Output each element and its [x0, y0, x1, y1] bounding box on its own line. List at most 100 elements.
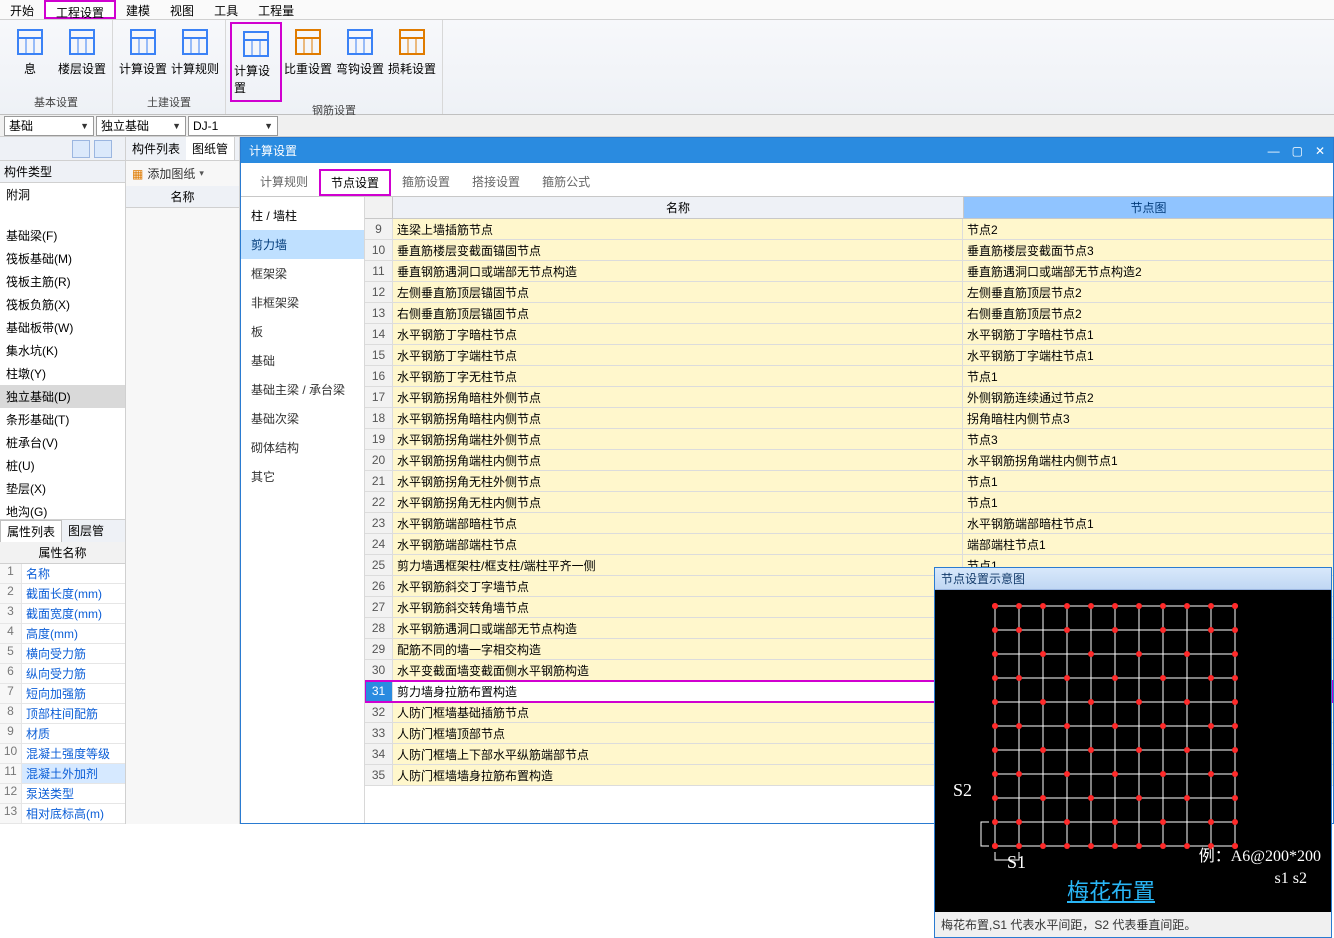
grid-row[interactable]: 18水平钢筋拐角暗柱内侧节点拐角暗柱内侧节点3	[365, 408, 1333, 429]
ribbon-calc2-button[interactable]: 计算设置	[230, 22, 282, 102]
close-icon[interactable]: ✕	[1315, 144, 1325, 158]
row-node[interactable]: 右侧垂直筋顶层节点2	[963, 303, 1333, 323]
grid-row[interactable]: 17水平钢筋拐角暗柱外侧节点外侧钢筋连续通过节点2	[365, 387, 1333, 408]
component-type-item[interactable]: 集水坑(K)	[0, 339, 125, 362]
menu-tab-0[interactable]: 开始	[0, 0, 44, 19]
row-node[interactable]: 节点3	[963, 429, 1333, 449]
ribbon-floors-button[interactable]: 楼层设置	[56, 22, 108, 94]
prop-row[interactable]: 10混凝土强度等级	[0, 744, 125, 764]
row-node[interactable]: 节点1	[963, 471, 1333, 491]
grid-row[interactable]: 11垂直钢筋遇洞口或端部无节点构造垂直筋遇洞口或端部无节点构造2	[365, 261, 1333, 282]
selector-component[interactable]: DJ-1▼	[188, 116, 278, 136]
type-item[interactable]: 其它	[241, 462, 364, 491]
grid-view-icon[interactable]	[94, 140, 112, 158]
row-node[interactable]: 水平钢筋拐角端柱内侧节点1	[963, 450, 1333, 470]
dialog-tab[interactable]: 计算规则	[249, 169, 319, 196]
ribbon-hook-button[interactable]: 弯钩设置	[334, 22, 386, 102]
row-node[interactable]: 节点1	[963, 492, 1333, 512]
prop-row[interactable]: 3截面宽度(mm)	[0, 604, 125, 624]
prop-row[interactable]: 9材质	[0, 724, 125, 744]
grid-row[interactable]: 13右侧垂直筋顶层锚固节点右侧垂直筋顶层节点2	[365, 303, 1333, 324]
dialog-tab[interactable]: 箍筋设置	[391, 169, 461, 196]
prop-row[interactable]: 11混凝土外加剂	[0, 764, 125, 784]
menu-tab-3[interactable]: 视图	[160, 0, 204, 19]
prop-row[interactable]: 12泵送类型	[0, 784, 125, 804]
grid-row[interactable]: 22水平钢筋拐角无柱内侧节点节点1	[365, 492, 1333, 513]
grid-row[interactable]: 12左侧垂直筋顶层锚固节点左侧垂直筋顶层节点2	[365, 282, 1333, 303]
prop-row[interactable]: 6纵向受力筋	[0, 664, 125, 684]
grid-row[interactable]: 16水平钢筋丁字无柱节点节点1	[365, 366, 1333, 387]
prop-row[interactable]: 2截面长度(mm)	[0, 584, 125, 604]
component-type-item[interactable]: 基础板带(W)	[0, 316, 125, 339]
row-node[interactable]: 水平钢筋丁字暗柱节点1	[963, 324, 1333, 344]
dialog-tab[interactable]: 搭接设置	[461, 169, 531, 196]
prop-row[interactable]: 4高度(mm)	[0, 624, 125, 644]
dialog-tab[interactable]: 箍筋公式	[531, 169, 601, 196]
prop-tab[interactable]: 属性列表	[0, 520, 62, 542]
row-node[interactable]: 外侧钢筋连续通过节点2	[963, 387, 1333, 407]
menu-tab-4[interactable]: 工具	[204, 0, 248, 19]
type-item[interactable]: 剪力墙	[241, 230, 364, 259]
menu-tab-1[interactable]: 工程设置	[44, 0, 116, 19]
row-node[interactable]: 水平钢筋丁字端柱节点1	[963, 345, 1333, 365]
selector-category[interactable]: 独立基础▼	[96, 116, 186, 136]
row-node[interactable]: 水平钢筋端部暗柱节点1	[963, 513, 1333, 533]
layout-name-link[interactable]: 梅花布置	[1067, 874, 1155, 906]
component-type-item[interactable]: 桩承台(V)	[0, 431, 125, 454]
row-node[interactable]: 垂直筋楼层变截面节点3	[963, 240, 1333, 260]
grid-row[interactable]: 15水平钢筋丁字端柱节点水平钢筋丁字端柱节点1	[365, 345, 1333, 366]
prop-row[interactable]: 7短向加强筋	[0, 684, 125, 704]
component-type-item[interactable]: 柱墩(Y)	[0, 362, 125, 385]
component-type-item[interactable]: 桩(U)	[0, 454, 125, 477]
component-type-item[interactable]: 筏板负筋(X)	[0, 293, 125, 316]
selector-level[interactable]: 基础▼	[4, 116, 94, 136]
grid-row[interactable]: 21水平钢筋拐角无柱外侧节点节点1	[365, 471, 1333, 492]
ribbon-info-button[interactable]: 息	[4, 22, 56, 94]
list-view-icon[interactable]	[72, 140, 90, 158]
grid-row[interactable]: 14水平钢筋丁字暗柱节点水平钢筋丁字暗柱节点1	[365, 324, 1333, 345]
row-node[interactable]: 垂直筋遇洞口或端部无节点构造2	[963, 261, 1333, 281]
component-type-item[interactable]: 基础梁(F)	[0, 224, 125, 247]
mid-tab[interactable]: 构件列表	[126, 137, 186, 160]
minimize-icon[interactable]: —	[1268, 144, 1280, 158]
type-item[interactable]: 基础主梁 / 承台梁	[241, 375, 364, 404]
component-type-item[interactable]: 垫层(X)	[0, 477, 125, 500]
type-item[interactable]: 基础次梁	[241, 404, 364, 433]
menu-tab-2[interactable]: 建模	[116, 0, 160, 19]
component-type-item[interactable]: 地沟(G)	[0, 500, 125, 519]
mid-tab[interactable]: 图纸管	[186, 137, 235, 160]
add-drawing-row[interactable]: ▦ 添加图纸 ▾	[126, 161, 239, 186]
row-node[interactable]: 节点2	[963, 219, 1333, 239]
ribbon-weight-button[interactable]: 比重设置	[282, 22, 334, 102]
prop-row[interactable]: 5横向受力筋	[0, 644, 125, 664]
row-node[interactable]: 左侧垂直筋顶层节点2	[963, 282, 1333, 302]
grid-row[interactable]: 24水平钢筋端部端柱节点端部端柱节点1	[365, 534, 1333, 555]
row-node[interactable]: 节点1	[963, 366, 1333, 386]
menu-tab-5[interactable]: 工程量	[248, 0, 304, 19]
grid-row[interactable]: 23水平钢筋端部暗柱节点水平钢筋端部暗柱节点1	[365, 513, 1333, 534]
row-node[interactable]: 拐角暗柱内侧节点3	[963, 408, 1333, 428]
prop-row[interactable]: 8顶部柱间配筋	[0, 704, 125, 724]
ribbon-rule-button[interactable]: 计算规则	[169, 22, 221, 94]
grid-row[interactable]: 20水平钢筋拐角端柱内侧节点水平钢筋拐角端柱内侧节点1	[365, 450, 1333, 471]
component-type-item[interactable]: 独立基础(D)	[0, 385, 125, 408]
component-type-item[interactable]: 筏板主筋(R)	[0, 270, 125, 293]
component-type-item[interactable]: 筏板基础(M)	[0, 247, 125, 270]
grid-row[interactable]: 19水平钢筋拐角端柱外侧节点节点3	[365, 429, 1333, 450]
prop-tab[interactable]: 图层管	[62, 520, 110, 542]
grid-row[interactable]: 10垂直筋楼层变截面锚固节点垂直筋楼层变截面节点3	[365, 240, 1333, 261]
component-type-item[interactable]: 附洞	[0, 183, 125, 206]
type-item[interactable]: 基础	[241, 346, 364, 375]
type-item[interactable]: 板	[241, 317, 364, 346]
grid-row[interactable]: 9连梁上墙插筋节点节点2	[365, 219, 1333, 240]
type-item[interactable]: 非框架梁	[241, 288, 364, 317]
prop-row[interactable]: 1名称	[0, 564, 125, 584]
prop-row[interactable]: 13相对底标高(m)	[0, 804, 125, 824]
row-node[interactable]: 端部端柱节点1	[963, 534, 1333, 554]
type-item[interactable]: 砌体结构	[241, 433, 364, 462]
component-type-item[interactable]: 条形基础(T)	[0, 408, 125, 431]
type-item[interactable]: 框架梁	[241, 259, 364, 288]
ribbon-loss-button[interactable]: 损耗设置	[386, 22, 438, 102]
ribbon-calc1-button[interactable]: 计算设置	[117, 22, 169, 94]
dialog-tab[interactable]: 节点设置	[319, 169, 391, 196]
